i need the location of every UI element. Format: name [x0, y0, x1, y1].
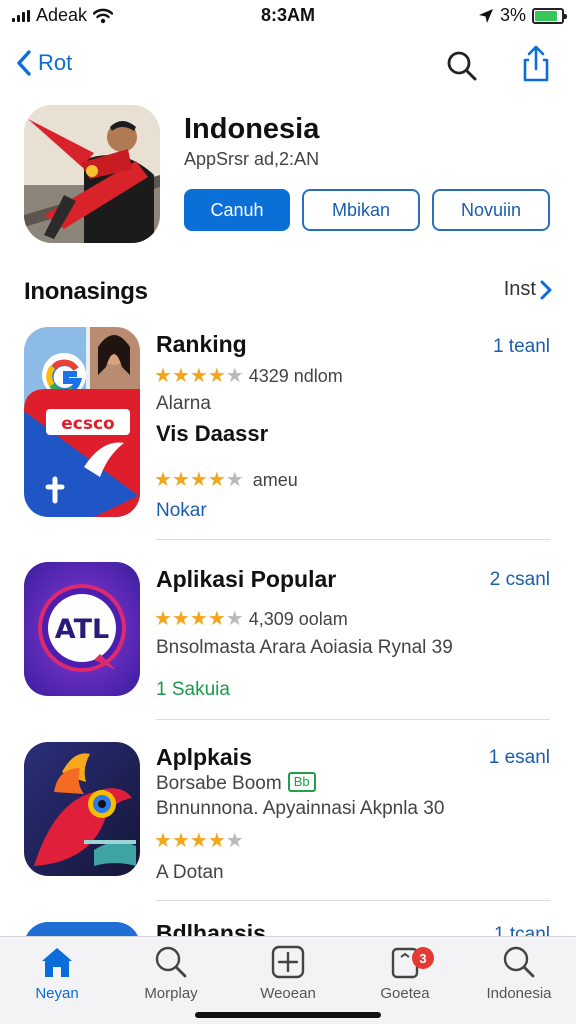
back-button[interactable]: Rot	[16, 50, 72, 76]
rating-count: ameu	[252, 470, 298, 490]
star-filled-icon: ★	[189, 830, 208, 852]
star-filled-icon: ★	[189, 365, 208, 387]
star-filled-icon: ★	[171, 608, 190, 630]
see-all-label: Inst	[503, 278, 536, 300]
star-empty-icon: ★	[225, 608, 244, 630]
svg-text:ecsco: ecsco	[61, 414, 114, 434]
list-item[interactable]: Aplpkais 1 esanl Borsabe Boom Bb Bnnunnon…	[0, 742, 576, 902]
home-icon	[42, 948, 72, 977]
status-bar: Adeak 8:3AM 3%	[0, 0, 576, 32]
rating-count: 4,309 oolam	[248, 609, 348, 629]
star-filled-icon: ★	[154, 469, 172, 491]
star-filled-icon: ★	[154, 365, 172, 387]
tab-apps[interactable]: Weoean	[233, 945, 343, 1015]
app-icon[interactable]: ecsco	[24, 327, 140, 517]
star-rating: ★★★★★ ameu	[154, 470, 298, 490]
star-filled-icon: ★	[207, 830, 226, 852]
chevron-left-icon	[17, 50, 31, 76]
location-arrow-icon	[478, 8, 493, 23]
star-filled-icon: ★	[207, 469, 226, 491]
share-icon[interactable]	[516, 44, 556, 84]
notification-badge: 3	[412, 947, 434, 969]
primary-action-button[interactable]: Canuh	[184, 189, 290, 231]
tab-updates[interactable]: 3 Goetea	[350, 945, 460, 1015]
get-button[interactable]: 1 esanl	[489, 747, 550, 769]
battery-icon	[532, 7, 567, 24]
star-filled-icon: ★	[154, 830, 172, 852]
nav-bar: Rot	[0, 38, 576, 94]
star-rating: ★★★★★ 4,309 oolam	[154, 609, 348, 629]
app-icon[interactable]: ATL	[24, 562, 140, 696]
section-title: Inonasings	[24, 278, 148, 305]
tab-search[interactable]: Indonesia	[464, 945, 574, 1015]
star-filled-icon: ★	[171, 365, 190, 387]
plus-square-icon	[271, 945, 305, 979]
tertiary-action-button[interactable]: Novuiin	[432, 189, 550, 231]
star-rating: ★★★★★ 4329 ndlom	[154, 366, 343, 386]
tab-search-games[interactable]: Morplay	[116, 945, 226, 1015]
tag-badge: Bb	[287, 772, 316, 792]
icon-text: ATL	[55, 614, 109, 645]
developer-name: Borsabe Boom	[156, 773, 282, 794]
list-item[interactable]: ATL Aplikasi Popular 2 csanl ★★★★★ 4,309…	[0, 562, 576, 720]
item-name: Ranking	[156, 331, 247, 357]
app-subtitle: AppSrsr ad,2:AN	[184, 149, 320, 169]
item-name: Aplpkais	[156, 744, 252, 770]
item-description: Bnsolmasta Arara Aoiasia Rynal 39	[156, 637, 453, 658]
item-footer: 1 Sakuia	[156, 679, 230, 700]
tab-label: Morplay	[144, 985, 198, 1002]
star-filled-icon: ★	[154, 608, 172, 630]
status-right: 3%	[478, 5, 567, 26]
item-footer: A Dotan	[156, 862, 224, 883]
tab-bar: Neyan Morplay Weoean 3 Goetea Indonesia	[0, 936, 576, 1024]
star-empty-icon: ★	[225, 469, 244, 491]
star-filled-icon: ★	[171, 830, 190, 852]
app-header: Indonesia AppSrsr ad,2:AN Canuh Mbikan N…	[24, 105, 554, 245]
rating-count: 4329 ndlom	[248, 366, 343, 386]
divider	[156, 719, 550, 720]
app-icon[interactable]	[24, 105, 160, 243]
divider	[156, 539, 550, 540]
app-title: Indonesia	[184, 113, 320, 145]
star-filled-icon: ★	[189, 469, 208, 491]
search-icon[interactable]	[442, 46, 482, 86]
item-description: Bnnunnona. Apyainnasi Akpnla 30	[156, 798, 445, 819]
app-icon-artwork	[24, 105, 160, 243]
tab-label: Goetea	[380, 985, 430, 1002]
star-filled-icon: ★	[171, 469, 190, 491]
item-category: Alarna	[156, 393, 211, 414]
star-empty-icon: ★	[225, 830, 244, 852]
home-indicator	[195, 1012, 381, 1018]
item-footer: Nokar	[156, 500, 207, 521]
app-icon-artwork	[24, 742, 140, 876]
divider	[156, 900, 550, 901]
search-icon	[155, 946, 187, 978]
app-icon[interactable]	[24, 742, 140, 876]
tab-label: Indonesia	[486, 985, 552, 1002]
app-icon-artwork: ecsco	[24, 327, 140, 517]
search-icon	[503, 946, 535, 978]
tab-label: Weoean	[260, 985, 316, 1002]
item-name: Aplikasi Popular	[156, 566, 337, 592]
back-label: Rot	[38, 50, 73, 75]
battery-level	[535, 10, 558, 21]
star-rating: ★★★★★	[154, 831, 244, 851]
see-all-link[interactable]: Inst	[504, 278, 552, 301]
star-filled-icon: ★	[189, 608, 208, 630]
chevron-right-icon	[540, 280, 552, 299]
app-icon-artwork: ATL	[24, 562, 140, 696]
list-item[interactable]: ecsco Ranking 1 teanl ★★★★★ 4329 ndlom A…	[0, 327, 576, 540]
secondary-action-button[interactable]: Mbikan	[302, 189, 420, 231]
item-subname: Vis Daassr	[156, 421, 269, 446]
get-button[interactable]: 1 teanl	[493, 336, 550, 358]
item-developer: Borsabe Boom Bb	[156, 772, 316, 795]
battery-percent: 3%	[499, 5, 526, 25]
tab-today[interactable]: Neyan	[2, 945, 112, 1015]
star-filled-icon: ★	[207, 608, 226, 630]
tab-label: Neyan	[35, 985, 79, 1002]
star-empty-icon: ★	[225, 365, 244, 387]
get-button[interactable]: 2 csanl	[490, 569, 550, 591]
star-filled-icon: ★	[207, 365, 226, 387]
